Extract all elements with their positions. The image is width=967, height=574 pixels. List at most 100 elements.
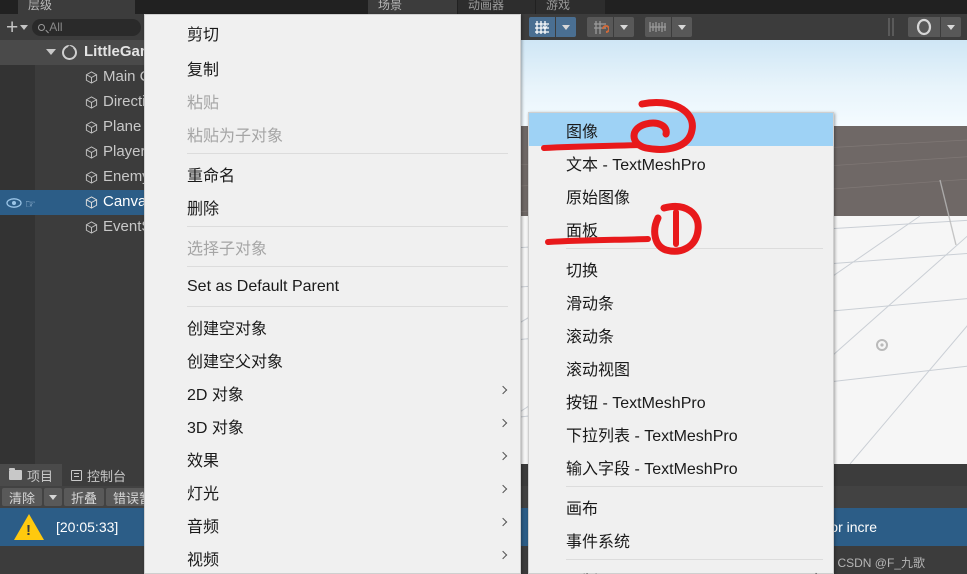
chevron-right-icon (498, 550, 508, 560)
cube-icon (85, 146, 98, 159)
submenu-item-dropdown-tmp[interactable]: 下拉列表 - TextMeshPro (529, 417, 833, 450)
hierarchy-search-input[interactable]: All (32, 18, 141, 36)
scene-view-toolbar: Y (520, 14, 967, 40)
bottom-panel-tabs: 项目 控制台 (0, 464, 136, 486)
grid-visibility-group[interactable] (645, 17, 692, 37)
menu-item-label: 灯光 (187, 485, 220, 503)
submenu-item-event-system[interactable]: 事件系统 (529, 523, 833, 556)
hierarchy-panel[interactable]: LittleGame Main Camera Directional Light… (0, 40, 211, 464)
hierarchy-item-plane[interactable]: Plane (0, 115, 145, 140)
chevron-right-icon (498, 385, 508, 395)
submenu-item-scroll-view[interactable]: 滚动视图 (529, 351, 833, 384)
hierarchy-item-eventsystem[interactable]: EventSystem (0, 215, 191, 240)
menu-item-create-empty-parent[interactable]: 创建空父对象 (145, 343, 520, 376)
tab-project[interactable]: 项目 (0, 464, 63, 486)
hierarchy-root-row[interactable]: LittleGame (0, 40, 162, 65)
chevron-right-icon (498, 418, 508, 428)
submenu-item-legacy[interactable]: 旧版 (529, 563, 833, 574)
grid-visibility-dropdown[interactable] (672, 17, 692, 37)
menu-item-effects[interactable]: 效果 (145, 442, 520, 475)
menu-item-audio[interactable]: 音频 (145, 508, 520, 541)
add-icon: + (6, 15, 19, 39)
hierarchy-item-directional-light[interactable]: Directional Light (0, 90, 211, 115)
hierarchy-item-main-camera[interactable]: Main Camera (0, 65, 193, 90)
submenu-item-label: 面板 (566, 222, 599, 240)
hierarchy-item-enemy[interactable]: Enemy (0, 165, 150, 190)
menu-item-3d-object[interactable]: 3D 对象 (145, 409, 520, 442)
submenu-item-text-tmp[interactable]: 文本 - TextMeshPro (529, 146, 833, 179)
light-gizmo-icon (876, 339, 888, 351)
menu-item-2d-object[interactable]: 2D 对象 (145, 376, 520, 409)
submenu-item-image[interactable]: 图像 (529, 113, 833, 146)
submenu-item-raw-image[interactable]: 原始图像 (529, 179, 833, 212)
clear-dropdown[interactable] (44, 488, 63, 506)
tab-game[interactable]: 游戏 (536, 0, 606, 14)
submenu-separator (566, 486, 823, 487)
menu-item-rename[interactable]: 重命名 (145, 157, 520, 190)
hand-icon[interactable]: ☞ (25, 197, 36, 211)
menu-item-label: 2D 对象 (187, 386, 244, 404)
menu-item-delete[interactable]: 删除 (145, 190, 520, 223)
hierarchy-item-player[interactable]: Player (0, 140, 146, 165)
menu-item-light[interactable]: 灯光 (145, 475, 520, 508)
grid-snap-group[interactable]: Y (529, 17, 576, 37)
submenu-item-canvas[interactable]: 画布 (529, 490, 833, 523)
vertex-snap-dropdown[interactable] (614, 17, 634, 37)
hierarchy-context-menu[interactable]: 剪切 复制 粘贴 粘贴为子对象 重命名 删除 选择子对象 Set as Defa… (144, 14, 521, 574)
cube-icon (85, 96, 98, 109)
ui-submenu[interactable]: 图像 文本 - TextMeshPro 原始图像 面板 切换 滑动条 滚动条 滚… (528, 112, 834, 574)
submenu-item-label: 原始图像 (566, 189, 631, 207)
menu-item-cut[interactable]: 剪切 (145, 15, 520, 51)
console-icon (71, 469, 83, 481)
menu-item-label: 重命名 (187, 167, 236, 185)
vertex-snap-group[interactable] (587, 17, 634, 37)
submenu-item-label: 画布 (566, 500, 599, 518)
expand-triangle-icon[interactable] (46, 49, 56, 55)
submenu-item-label: 下拉列表 - TextMeshPro (566, 427, 738, 445)
tab-console-label: 控制台 (87, 468, 127, 484)
eye-icon[interactable] (6, 198, 22, 208)
scene-camera-group[interactable] (908, 17, 961, 37)
submenu-item-scrollbar[interactable]: 滚动条 (529, 318, 833, 351)
grid-snap-dropdown[interactable] (556, 17, 576, 37)
scene-axis-line (939, 179, 957, 246)
folder-icon (9, 468, 22, 480)
tab-hierarchy[interactable]: 层级 (18, 0, 136, 14)
submenu-item-button-tmp[interactable]: 按钮 - TextMeshPro (529, 384, 833, 417)
hierarchy-item-canvas[interactable]: ☞ Canvas (0, 190, 154, 215)
cube-icon (85, 171, 98, 184)
tab-animator[interactable]: 动画器 (458, 0, 536, 14)
menu-item-label: Set as Default Parent (187, 277, 340, 295)
scene-camera-toggle[interactable] (908, 17, 940, 37)
menu-item-create-empty[interactable]: 创建空对象 (145, 310, 520, 343)
warning-icon (14, 514, 44, 540)
tab-scene[interactable]: 场景 (368, 0, 458, 14)
submenu-item-label: 滚动条 (566, 328, 615, 346)
menu-item-label: 3D 对象 (187, 419, 244, 437)
grid-visibility-toggle[interactable] (645, 17, 671, 37)
scene-camera-dropdown[interactable] (941, 17, 961, 37)
add-object-button[interactable]: + (6, 15, 29, 39)
clear-button[interactable]: 清除 (2, 488, 43, 506)
scene-camera-icon (916, 18, 932, 36)
collapse-button[interactable]: 折叠 (64, 488, 105, 506)
tab-hierarchy-label: 层级 (28, 0, 53, 12)
menu-item-video[interactable]: 视频 (145, 541, 520, 574)
search-icon (38, 23, 46, 31)
submenu-item-panel[interactable]: 面板 (529, 212, 833, 245)
submenu-item-input-field-tmp[interactable]: 输入字段 - TextMeshPro (529, 450, 833, 483)
submenu-item-toggle[interactable]: 切换 (529, 252, 833, 285)
menu-item-set-as-default-parent[interactable]: Set as Default Parent (145, 270, 520, 303)
submenu-item-label: 切换 (566, 262, 599, 280)
grid-snap-toggle[interactable]: Y (529, 17, 555, 37)
menu-separator (187, 306, 508, 307)
menu-item-label: 粘贴为子对象 (187, 127, 284, 145)
submenu-item-slider[interactable]: 滑动条 (529, 285, 833, 318)
menu-item-copy[interactable]: 复制 (145, 51, 520, 84)
tab-console[interactable]: 控制台 (62, 464, 136, 486)
submenu-item-label: 按钮 - TextMeshPro (566, 394, 706, 412)
chevron-right-icon (498, 484, 508, 494)
chevron-down-icon (49, 494, 58, 500)
vertex-snap-toggle[interactable] (587, 17, 613, 37)
menu-item-paste-as-child: 粘贴为子对象 (145, 117, 520, 150)
